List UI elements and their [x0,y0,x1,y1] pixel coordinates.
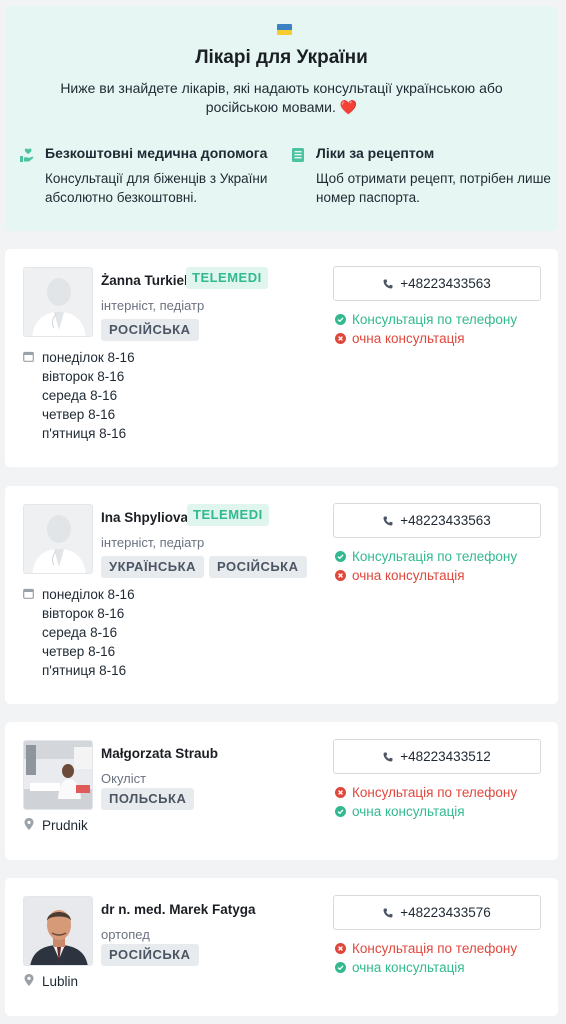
phone-number: +48223433563 [400,513,491,528]
phone-consultation-status: Консультація по телефону [335,312,517,327]
doctor-portrait-photo [24,897,92,965]
doctor-specialty: ортопед [101,927,150,942]
calendar-icon [23,351,34,362]
doctor-card[interactable]: Żanna Turkiel TELEMEDI інтерніст, педіат… [5,249,558,467]
location-pin-icon [24,818,34,830]
phone-icon [383,752,393,761]
phone-icon [383,908,393,917]
language-badge: ПОЛЬСЬКА [101,788,195,810]
feature-title: Безкоштовні медична допомога [45,145,268,161]
feature-text: Щоб отримати рецепт, потрібен лише номер… [316,171,551,205]
telemedicine-badge: TELEMEDI [186,267,268,289]
doctor-location: Lublin [42,974,79,989]
heart-icon: ❤️ [339,99,358,115]
doctor-specialty: інтерніст, педіатр [101,535,205,550]
language-badge: РОСІЙСЬКА [209,556,307,578]
doctor-avatar-placeholder [23,504,93,574]
x-circle-icon [335,943,346,954]
doctor-name: Żanna Turkiel [101,273,188,288]
check-circle-icon [335,314,346,325]
page-title: Лікарі для України [195,47,368,68]
document-icon [292,148,304,162]
call-phone-button[interactable]: +48223433563 [333,266,541,301]
location-pin-icon [24,974,34,986]
in-person-consultation-status: очна консультація [335,804,465,819]
check-circle-icon [335,806,346,817]
calendar-icon [23,588,34,599]
telemedicine-badge: TELEMEDI [187,504,269,526]
x-circle-icon [335,787,346,798]
doctor-card[interactable]: dr n. med. Marek Fatyga ортопед РОСІЙСЬК… [5,878,558,1016]
phone-consultation-status: Консультація по телефону [335,785,517,800]
doctor-card[interactable]: Małgorzata Straub Окуліст ПОЛЬСЬКА Prudn… [5,722,558,860]
language-badge: РОСІЙСЬКА [101,319,199,341]
in-person-consultation-status: очна консультація [335,568,465,583]
doctor-photo [23,740,93,810]
person-silhouette-icon [24,268,92,336]
info-banner: Лікарі для України Ниже ви знайдете ліка… [5,6,558,231]
x-circle-icon [335,333,346,344]
feature-title: Ліки за рецептом [316,145,435,161]
doctor-name: Małgorzata Straub [101,746,219,761]
feature-text: Консультації для біженців з України абсо… [45,171,268,205]
schedule: понеділок 8-16 вівторок 8-16 середа 8-16… [42,587,135,678]
doctor-location: Prudnik [42,818,88,833]
in-person-consultation-status: очна консультація [335,331,465,346]
phone-icon [383,279,393,288]
call-phone-button[interactable]: +48223433512 [333,739,541,774]
phone-consultation-status: Консультація по телефону [335,549,517,564]
doctor-name: dr n. med. Marek Fatyga [101,902,256,917]
hand-heart-icon [20,148,34,162]
phone-icon [383,516,393,525]
check-circle-icon [335,551,346,562]
doctor-avatar-placeholder [23,267,93,337]
phone-consultation-status: Консультація по телефону [335,941,517,956]
schedule: понеділок 8-16 вівторок 8-16 середа 8-16… [42,350,135,441]
page-subtitle: Ниже ви знайдете лікарів, які надають ко… [60,80,503,115]
phone-number: +48223433576 [400,905,491,920]
call-phone-button[interactable]: +48223433576 [333,895,541,930]
check-circle-icon [335,962,346,973]
ukraine-flag-icon [277,24,292,35]
language-badge: РОСІЙСЬКА [101,944,199,966]
doctor-specialty: інтерніст, педіатр [101,298,205,313]
doctor-office-photo [24,741,92,809]
doctor-card[interactable]: Ina Shpyliova TELEMEDI інтерніст, педіат… [5,486,558,704]
x-circle-icon [335,570,346,581]
in-person-consultation-status: очна консультація [335,960,465,975]
call-phone-button[interactable]: +48223433563 [333,503,541,538]
doctor-specialty: Окуліст [101,771,147,786]
phone-number: +48223433512 [400,749,491,764]
language-badge: УКРАЇНСЬКА [101,556,204,578]
doctor-photo [23,896,93,966]
doctor-name: Ina Shpyliova [101,510,189,525]
phone-number: +48223433563 [400,276,491,291]
person-silhouette-icon [24,505,92,573]
